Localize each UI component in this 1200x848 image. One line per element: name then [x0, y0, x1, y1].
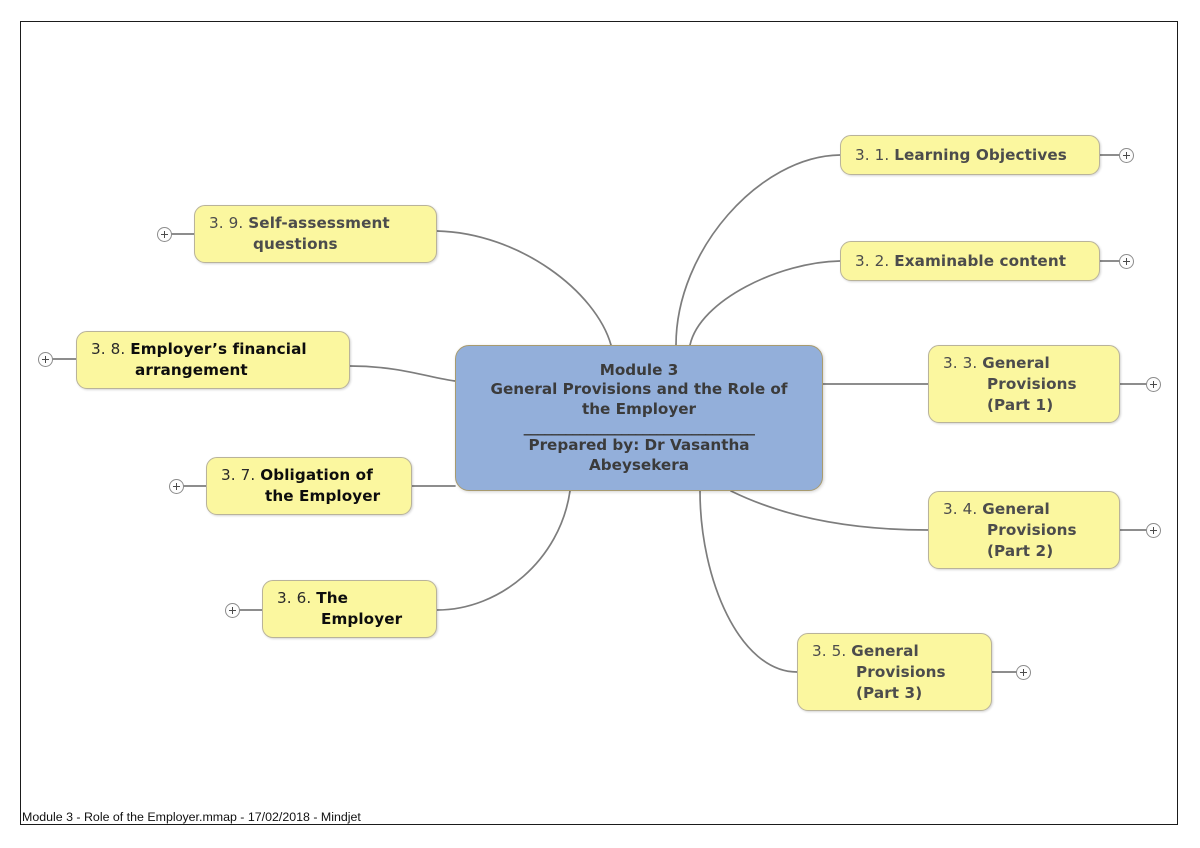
topic-node-3-2[interactable]: 3. 2. Examinable content — [840, 241, 1100, 281]
expand-icon-3-1[interactable] — [1119, 148, 1134, 163]
topic-title-3-2: Examinable content — [894, 251, 1067, 270]
central-topic-node[interactable]: Module 3 General Provisions and the Role… — [455, 345, 823, 491]
connector-to-3-8 — [349, 365, 456, 382]
central-line-5: Abeysekera — [589, 455, 689, 474]
topic-number-3-4: 3. 4. — [943, 499, 978, 518]
topic-text-3-9: 3. 9. Self-assessment questions — [195, 213, 436, 255]
topic-number-3-3: 3. 3. — [943, 353, 978, 372]
connector-to-3-9 — [436, 230, 612, 346]
topic-title-3-7: Obligation of the Employer — [260, 466, 381, 505]
topic-title-3-1: Learning Objectives — [894, 145, 1067, 164]
topic-number-3-2: 3. 2. — [855, 251, 890, 270]
topic-text-3-2: 3. 2. Examinable content — [841, 251, 1099, 272]
connector-to-3-1 — [675, 154, 841, 346]
central-line-3: the Employer — [581, 399, 697, 418]
expand-icon-3-3[interactable] — [1146, 377, 1161, 392]
central-line-4: Prepared by: Dr Vasantha — [528, 436, 750, 455]
connector-to-3-6 — [436, 490, 571, 611]
expand-icon-3-9[interactable] — [157, 227, 172, 242]
topic-number-3-5: 3. 5. — [812, 641, 847, 660]
topic-node-3-4[interactable]: 3. 4. General Provisions (Part 2) — [928, 491, 1120, 569]
topic-node-3-9[interactable]: 3. 9. Self-assessment questions — [194, 205, 437, 263]
topic-number-3-7: 3. 7. — [221, 466, 256, 484]
topic-text-3-1: 3. 1. Learning Objectives — [841, 145, 1099, 166]
expand-icon-3-5[interactable] — [1016, 665, 1031, 680]
topic-text-3-8: 3. 8. Employer’s financial arrangement — [77, 339, 349, 381]
connector-to-3-5 — [699, 490, 798, 673]
topic-text-3-5: 3. 5. General Provisions (Part 3) — [798, 641, 991, 704]
central-topic-text: Module 3 General Provisions and the Role… — [456, 361, 822, 476]
central-line-2: General Provisions and the Role of — [490, 380, 788, 399]
topic-text-3-4: 3. 4. General Provisions (Part 2) — [929, 499, 1119, 562]
topic-node-3-8[interactable]: 3. 8. Employer’s financial arrangement — [76, 331, 350, 389]
connector-to-3-2 — [689, 260, 841, 346]
topic-node-3-1[interactable]: 3. 1. Learning Objectives — [840, 135, 1100, 175]
central-line-1: Module 3 — [599, 360, 679, 379]
expand-icon-3-2[interactable] — [1119, 254, 1134, 269]
topic-node-3-3[interactable]: 3. 3. General Provisions (Part 1) — [928, 345, 1120, 423]
topic-title-3-4: General Provisions (Part 2) — [982, 499, 1077, 560]
expand-icon-3-7[interactable] — [169, 479, 184, 494]
topic-number-3-6: 3. 6. — [277, 589, 312, 607]
topic-node-3-5[interactable]: 3. 5. General Provisions (Part 3) — [797, 633, 992, 711]
mindmap-page: Module 3 General Provisions and the Role… — [0, 0, 1200, 848]
expand-icon-3-6[interactable] — [225, 603, 240, 618]
connector-to-3-4 — [730, 490, 929, 531]
topic-title-3-8: Employer’s financial arrangement — [130, 340, 307, 379]
topic-text-3-7: 3. 7. Obligation of the Employer — [207, 465, 411, 507]
central-separator-rule: _________________________________ — [523, 419, 755, 437]
topic-node-3-7[interactable]: 3. 7. Obligation of the Employer — [206, 457, 412, 515]
topic-title-3-6: The Employer — [316, 589, 403, 628]
topic-text-3-6: 3. 6. The Employer — [263, 588, 436, 630]
document-footer: Module 3 - Role of the Employer.mmap - 1… — [22, 810, 361, 824]
topic-title-3-5: General Provisions (Part 3) — [851, 641, 946, 702]
topic-text-3-3: 3. 3. General Provisions (Part 1) — [929, 353, 1119, 416]
topic-title-3-3: General Provisions (Part 1) — [982, 353, 1077, 414]
expand-icon-3-4[interactable] — [1146, 523, 1161, 538]
topic-number-3-8: 3. 8. — [91, 340, 126, 358]
topic-node-3-6[interactable]: 3. 6. The Employer — [262, 580, 437, 638]
topic-number-3-1: 3. 1. — [855, 145, 890, 164]
topic-title-3-9: Self-assessment questions — [248, 214, 390, 253]
expand-icon-3-8[interactable] — [38, 352, 53, 367]
topic-number-3-9: 3. 9. — [209, 214, 244, 232]
